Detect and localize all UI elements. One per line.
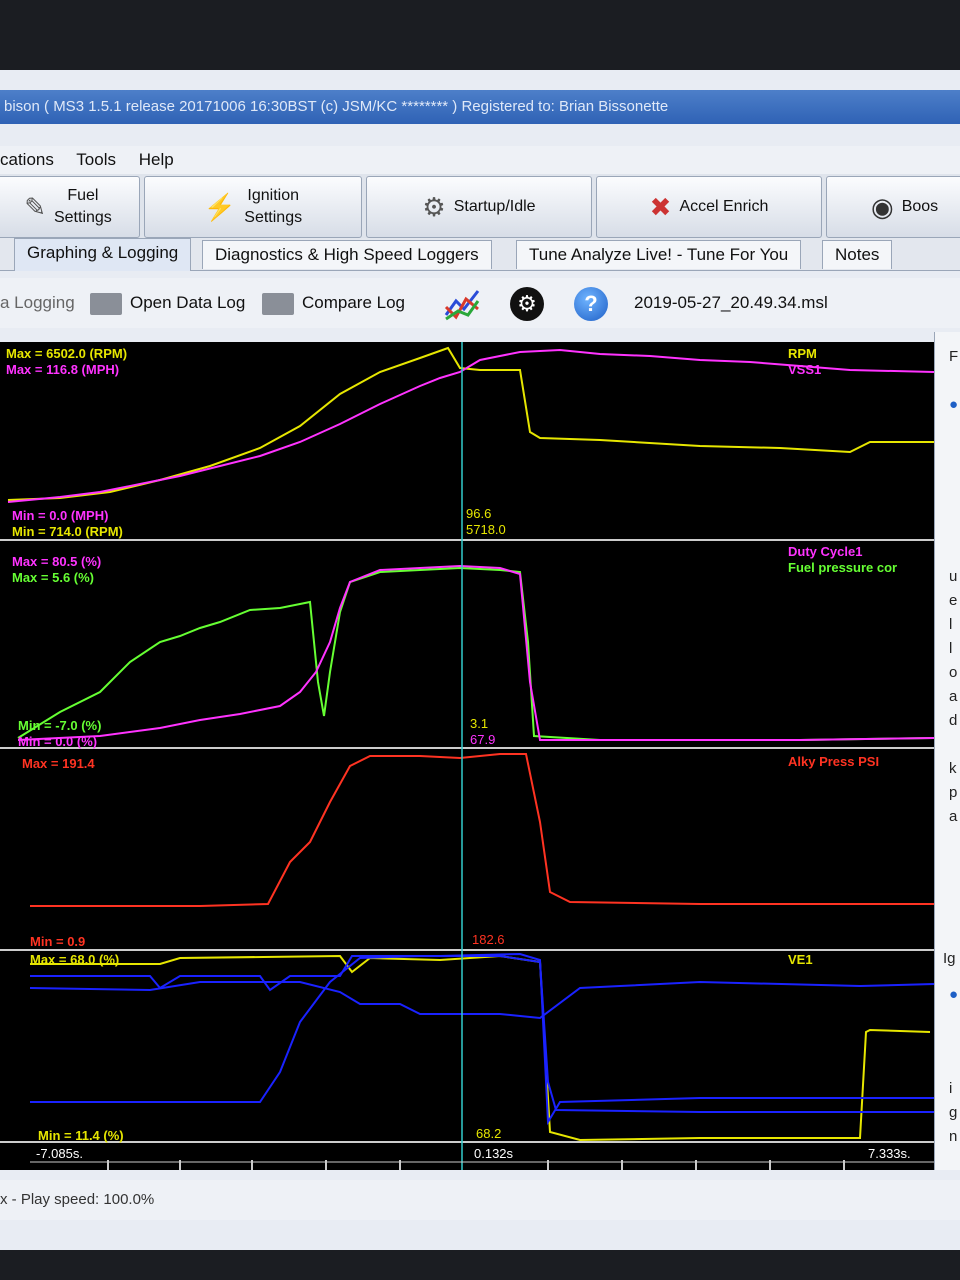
graph2-min-duty: Min = 0.0 (%) bbox=[18, 734, 97, 749]
legend-vss: VSS1 bbox=[788, 362, 821, 377]
side-char: u bbox=[949, 568, 958, 585]
app-window: bison ( MS3 1.5.1 release 20171006 16:30… bbox=[0, 70, 960, 1250]
menu-tools[interactable]: Tools bbox=[76, 150, 116, 169]
tab-graphing-logging[interactable]: Graphing & Logging bbox=[14, 238, 192, 271]
side-char: p bbox=[949, 784, 958, 801]
legend-rpm: RPM bbox=[788, 346, 817, 361]
fuel-settings-button[interactable]: ✎ Fuel Settings bbox=[0, 176, 140, 238]
legend-duty-cycle: Duty Cycle1 bbox=[788, 544, 862, 559]
graph3-cursor-value: 182.6 bbox=[472, 932, 505, 947]
tab-notes[interactable]: Notes bbox=[822, 240, 893, 269]
open-data-log-button[interactable]: Open Data Log bbox=[90, 278, 245, 328]
help-button[interactable]: ? bbox=[574, 278, 608, 328]
graph3-max: Max = 191.4 bbox=[22, 756, 95, 771]
fuel-pressure-trace bbox=[17, 566, 934, 741]
legend-alky-press: Alky Press PSI bbox=[788, 754, 879, 769]
startup-idle-label: Startup/Idle bbox=[453, 198, 536, 215]
help-icon: ? bbox=[574, 286, 608, 321]
boost-button[interactable]: ◉ Boos bbox=[826, 176, 960, 238]
side-char: n bbox=[949, 1128, 958, 1145]
blue-trace-a bbox=[30, 952, 934, 1126]
gear-icon: ⚙ bbox=[510, 286, 544, 321]
side-help-icon[interactable]: ● bbox=[949, 396, 958, 413]
tab-bar: Graphing & Logging Diagnostics & High Sp… bbox=[0, 238, 960, 271]
main-toolbar: ✎ Fuel Settings ⚡ Ignition Settings ⚙ St… bbox=[0, 174, 960, 240]
legend-ve1: VE1 bbox=[788, 952, 813, 967]
graph1-cursor-value-b: 5718.0 bbox=[466, 522, 506, 537]
ignition-settings-button[interactable]: ⚡ Ignition Settings bbox=[144, 176, 362, 238]
startup-idle-button[interactable]: ⚙ Startup/Idle bbox=[366, 176, 592, 238]
graph2-cursor-value-b: 67.9 bbox=[470, 732, 495, 747]
accel-enrich-label: Accel Enrich bbox=[679, 198, 769, 215]
window-title: bison ( MS3 1.5.1 release 20171006 16:30… bbox=[4, 98, 669, 115]
spark-plug-icon: ⚡ bbox=[203, 192, 237, 222]
fuel-settings-label: Fuel Settings bbox=[53, 187, 112, 226]
boost-label: Boos bbox=[901, 198, 939, 215]
side-char: k bbox=[949, 760, 957, 777]
turbo-icon: ◉ bbox=[871, 192, 894, 222]
graph1-min-mph: Min = 0.0 (MPH) bbox=[12, 508, 108, 523]
alky-press-trace bbox=[30, 753, 934, 907]
compare-log-button[interactable]: Compare Log bbox=[262, 278, 405, 328]
graph1-cursor-value-a: 96.6 bbox=[466, 506, 491, 521]
logging-toolbar: a Logging Open Data Log Compare Log ⚙ ? … bbox=[0, 278, 960, 328]
log-filename: 2019-05-27_20.49.34.msl bbox=[634, 293, 828, 312]
graph1-max-rpm: Max = 6502.0 (RPM) bbox=[6, 346, 127, 361]
graph2-min-fuel: Min = -7.0 (%) bbox=[18, 718, 101, 733]
blue-trace-b bbox=[29, 980, 934, 1020]
compare-log-label: Compare Log bbox=[302, 293, 406, 312]
gauge-side-panel: F ● u e l l o a d k p a Ig ● i g n bbox=[934, 332, 960, 1170]
side-char: F bbox=[949, 348, 959, 365]
play-speed: x - Play speed: 100.0% bbox=[0, 1191, 155, 1208]
graph2-cursor-value-a: 3.1 bbox=[470, 716, 488, 731]
side-char: a bbox=[949, 808, 958, 825]
graph4-min-ve: Min = 11.4 (%) bbox=[38, 1128, 124, 1143]
menu-help[interactable]: Help bbox=[139, 150, 174, 169]
menu-bar: cations Tools Help bbox=[0, 146, 960, 174]
menu-applications[interactable]: cations bbox=[0, 150, 54, 169]
crossed-tools-icon: ✖ bbox=[649, 192, 672, 222]
graph1-max-mph: Max = 116.8 (MPH) bbox=[6, 362, 119, 377]
wrench-icon: ✎ bbox=[24, 192, 46, 222]
blue-trace-c bbox=[30, 955, 934, 1113]
side-char: o bbox=[949, 664, 958, 681]
graph1-min-rpm: Min = 714.0 (RPM) bbox=[12, 524, 123, 539]
folder-icon bbox=[262, 292, 294, 315]
side-help-icon[interactable]: ● bbox=[949, 986, 958, 1003]
settings-button[interactable]: ⚙ bbox=[510, 278, 544, 328]
time-start-label: -7.085s. bbox=[36, 1146, 83, 1161]
legend-fuel-pressure: Fuel pressure cor bbox=[788, 560, 897, 575]
graph3-min: Min = 0.9 bbox=[30, 934, 85, 949]
time-cursor-label: 0.132s bbox=[474, 1146, 514, 1161]
graph2-max-fuel: Max = 5.6 (%) bbox=[12, 570, 94, 585]
side-char: g bbox=[949, 1104, 958, 1121]
side-char: e bbox=[949, 592, 958, 609]
log-graphs: Max = 6502.0 (RPM) Max = 116.8 (MPH) Min… bbox=[0, 342, 934, 1170]
graph4-cursor-value: 68.2 bbox=[476, 1126, 501, 1141]
graph-style-button[interactable] bbox=[444, 278, 480, 328]
tab-diagnostics[interactable]: Diagnostics & High Speed Loggers bbox=[202, 240, 492, 269]
data-logging-button[interactable]: a Logging bbox=[0, 278, 75, 328]
side-char: Ig bbox=[943, 950, 956, 967]
duty-cycle-trace bbox=[17, 564, 934, 741]
side-char: a bbox=[949, 688, 958, 705]
log-graph-area[interactable]: Max = 6502.0 (RPM) Max = 116.8 (MPH) Min… bbox=[0, 342, 934, 1170]
graph2-max-duty: Max = 80.5 (%) bbox=[12, 554, 101, 569]
folder-icon bbox=[90, 292, 122, 315]
tools-icon: ⚙ bbox=[422, 192, 446, 222]
tab-tune-analyze[interactable]: Tune Analyze Live! - Tune For You bbox=[516, 240, 802, 269]
status-bar: x - Play speed: 100.0% bbox=[0, 1180, 960, 1220]
side-char: i bbox=[949, 1080, 953, 1097]
side-char: l bbox=[949, 616, 953, 633]
time-end-label: 7.333s. bbox=[868, 1146, 911, 1161]
accel-enrich-button[interactable]: ✖ Accel Enrich bbox=[596, 176, 822, 238]
side-char: d bbox=[949, 712, 958, 729]
graph4-max-ve: Max = 68.0 (%) bbox=[30, 952, 119, 967]
ignition-settings-label: Ignition Settings bbox=[244, 187, 303, 226]
chart-lines-icon bbox=[444, 289, 480, 320]
open-data-log-label: Open Data Log bbox=[130, 293, 246, 312]
side-char: l bbox=[949, 640, 953, 657]
title-bar: bison ( MS3 1.5.1 release 20171006 16:30… bbox=[0, 90, 960, 124]
